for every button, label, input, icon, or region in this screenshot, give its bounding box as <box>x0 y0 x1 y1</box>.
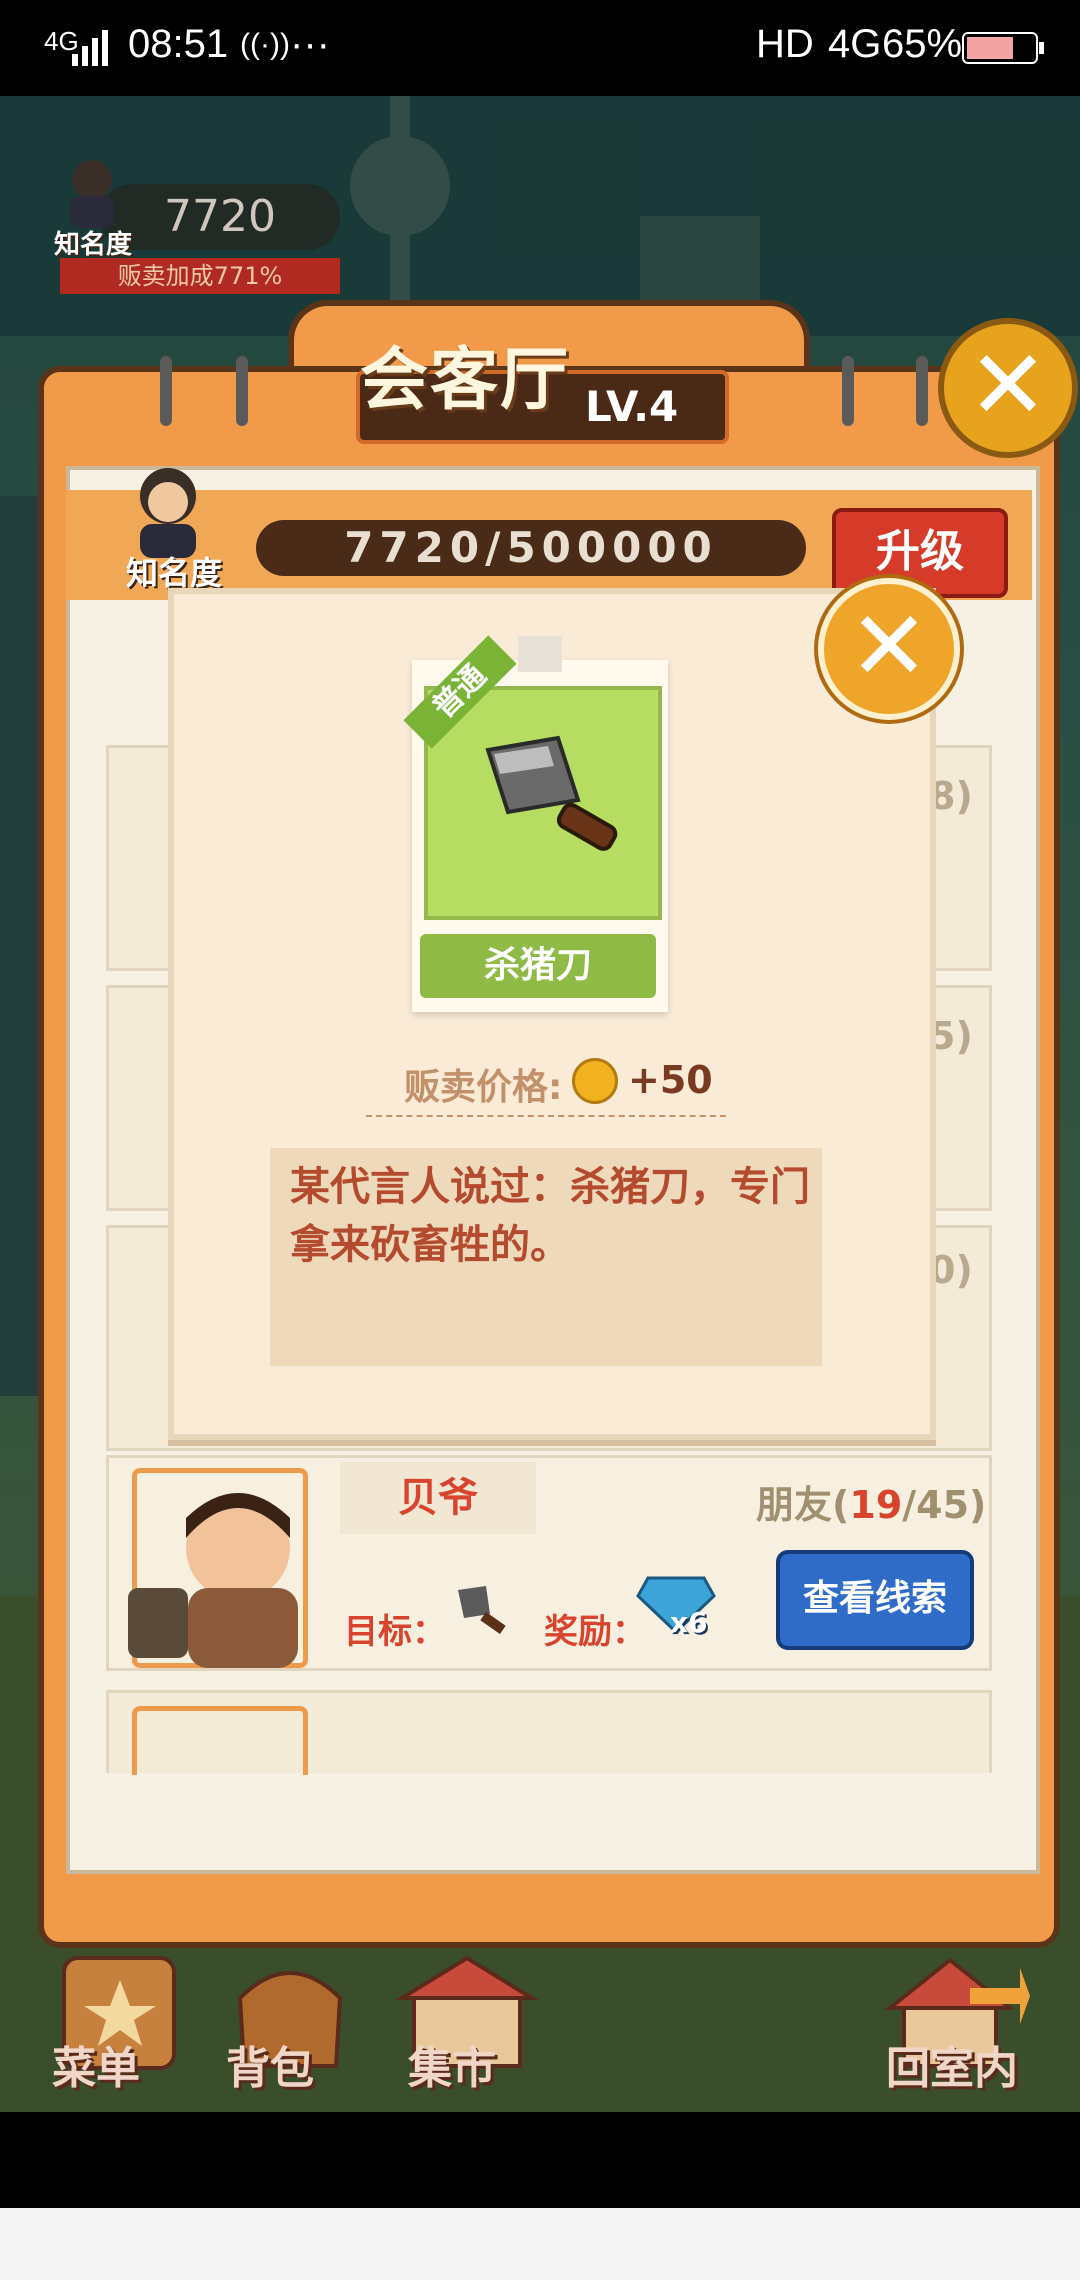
friend-avatar <box>118 1478 308 1672</box>
bag-label: 背包 <box>226 2043 314 2094</box>
cleaver-icon <box>485 735 618 851</box>
hud-fame-label: 知名度 <box>54 230 133 260</box>
friend-count-prefix: 朋友( <box>756 1483 850 1527</box>
price-value: +50 <box>628 1058 713 1102</box>
reward-quantity: x6 <box>670 1606 708 1639</box>
friend-count: 朋友(19/45) <box>756 1474 986 1529</box>
battery-icon <box>962 32 1046 68</box>
system-nav-bar <box>0 2112 1080 2208</box>
friend-count-suffix: /45) <box>902 1483 987 1527</box>
ring-icon <box>160 356 172 426</box>
card-clip <box>518 636 562 672</box>
signal-icon <box>72 30 112 70</box>
price-label: 贩卖价格: <box>404 1067 563 1108</box>
hud-avatar-icon <box>60 156 124 234</box>
go-indoor-label: 回室内 <box>886 2043 1018 2094</box>
hall-close-button[interactable]: ✕ <box>938 318 1078 458</box>
ring-icon <box>236 356 248 426</box>
friend-name: 贝爷 <box>340 1462 536 1534</box>
fame-progress: 7720/500000 <box>256 520 806 576</box>
more-icon: ··· <box>290 22 330 66</box>
hall-title: 会客厅 <box>360 341 571 420</box>
clock: 08:51 <box>128 22 229 66</box>
hd-indicator: HD <box>756 22 814 66</box>
coin-icon <box>572 1058 618 1104</box>
modal-close-button[interactable]: ✕ <box>818 578 960 720</box>
ring-icon <box>916 356 928 426</box>
fame-avatar-icon <box>128 462 208 562</box>
status-bar: 4G 08:51 ((·)) ··· HD 4G 65% <box>0 0 1080 96</box>
reward-label: 奖励： <box>544 1612 646 1652</box>
item-name: 杀猪刀 <box>420 934 656 998</box>
hotspot-icon: ((·)) <box>240 28 290 61</box>
avatar-frame <box>132 1706 308 1775</box>
cleaver-icon <box>452 1580 512 1644</box>
battery-percent: 65% <box>882 22 963 66</box>
network-type-2: 4G <box>828 22 882 66</box>
market-label: 集市 <box>408 2043 496 2094</box>
ring-icon <box>842 356 854 426</box>
hud-sale-bonus: 贩卖加成771% <box>60 258 340 294</box>
hall-level: LV.4 <box>585 382 679 431</box>
friend-count-current: 19 <box>849 1483 903 1527</box>
item-description: 某代言人说过：杀猪刀，专门拿来砍畜牲的。 <box>290 1164 810 1268</box>
hud-fame-value: 7720 <box>100 184 340 250</box>
goal-label: 目标： <box>344 1612 446 1652</box>
view-clue-button[interactable]: 查看线索 <box>776 1550 974 1650</box>
price-divider <box>366 1115 726 1117</box>
menu-label: 菜单 <box>52 2043 140 2094</box>
item-image <box>424 686 662 920</box>
